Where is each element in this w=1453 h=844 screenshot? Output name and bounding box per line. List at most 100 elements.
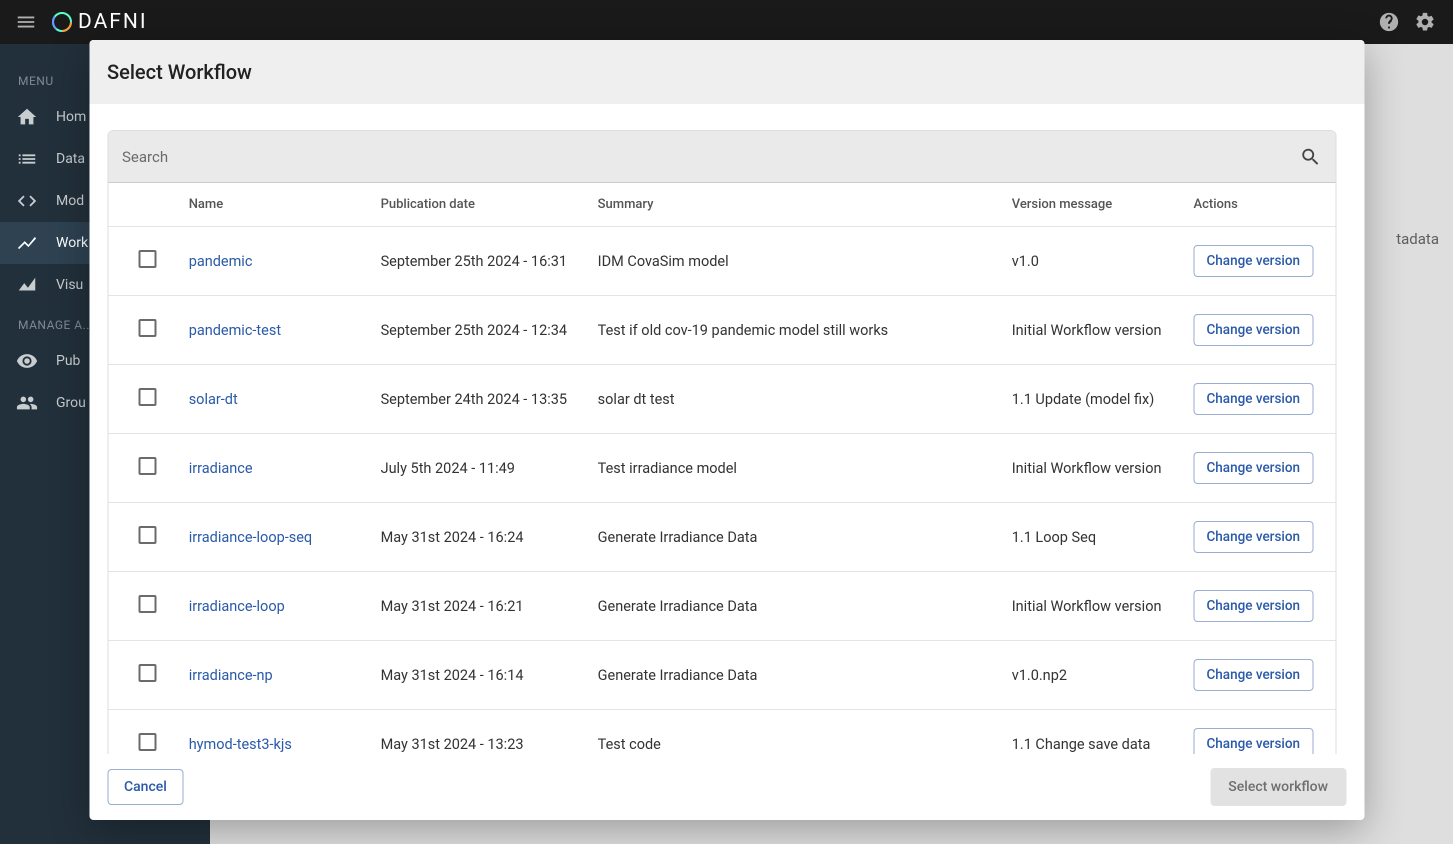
row-pubdate: September 25th 2024 - 16:31	[381, 253, 567, 270]
row-summary: Generate Irradiance Data	[598, 667, 758, 684]
change-version-button[interactable]: Change version	[1193, 659, 1313, 691]
row-version-message: Initial Workflow version	[1012, 322, 1162, 339]
row-pubdate: May 31st 2024 - 13:23	[381, 736, 524, 753]
top-bar: DAFNI	[0, 0, 1453, 44]
col-summary: Summary	[588, 183, 1002, 227]
help-icon	[1378, 11, 1400, 33]
sidebar-item-label: Visu	[56, 277, 83, 293]
area-chart-icon	[16, 274, 38, 296]
table-row: irradiance-loop-seq May 31st 2024 - 16:24…	[108, 503, 1335, 572]
background-partial-text: tadata	[1396, 230, 1439, 248]
change-version-button[interactable]: Change version	[1193, 245, 1313, 277]
change-version-button[interactable]: Change version	[1193, 452, 1313, 484]
list-icon	[16, 148, 38, 170]
row-checkbox[interactable]	[138, 250, 156, 268]
col-actions: Actions	[1183, 183, 1335, 227]
col-pubdate: Publication date	[371, 183, 588, 227]
workflow-name-link[interactable]: irradiance-loop-seq	[189, 529, 312, 546]
row-pubdate: July 5th 2024 - 11:49	[381, 460, 515, 477]
sidebar-item-label: Work	[56, 235, 88, 251]
modal-scroll[interactable]: Name Publication date Summary Version me…	[89, 130, 1354, 754]
row-version-message: 1.1 Loop Seq	[1012, 529, 1096, 546]
row-checkbox[interactable]	[138, 388, 156, 406]
workflow-name-link[interactable]: hymod-test3-kjs	[189, 736, 292, 753]
row-version-message: v1.0.np2	[1012, 667, 1067, 684]
workflow-table-card: Name Publication date Summary Version me…	[107, 130, 1336, 754]
row-checkbox[interactable]	[138, 457, 156, 475]
menu-toggle[interactable]	[10, 6, 42, 38]
modal-footer: Cancel Select workflow	[89, 754, 1364, 820]
row-pubdate: September 25th 2024 - 12:34	[381, 322, 567, 339]
help-button[interactable]	[1371, 4, 1407, 40]
col-name: Name	[179, 183, 371, 227]
col-version-message: Version message	[1002, 183, 1184, 227]
brand-text: DAFNI	[78, 10, 148, 34]
row-summary: Test code	[598, 736, 661, 753]
table-row: irradiance-loop May 31st 2024 - 16:21 Gene…	[108, 572, 1335, 641]
workflow-name-link[interactable]: irradiance-loop	[189, 598, 285, 615]
row-summary: Generate Irradiance Data	[598, 529, 758, 546]
cancel-button[interactable]: Cancel	[107, 769, 184, 805]
table-row: irradiance-np May 31st 2024 - 16:14 Genera…	[108, 641, 1335, 710]
change-version-button[interactable]: Change version	[1193, 521, 1313, 553]
search-row	[108, 131, 1335, 183]
brand-logo-icon	[50, 10, 74, 34]
row-pubdate: May 31st 2024 - 16:14	[381, 667, 524, 684]
row-pubdate: May 31st 2024 - 16:24	[381, 529, 524, 546]
table-row: pandemic September 25th 2024 - 16:31 IDM C…	[108, 227, 1335, 296]
row-summary: solar dt test	[598, 391, 675, 408]
workflow-name-link[interactable]: pandemic-test	[189, 322, 281, 339]
row-version-message: v1.0	[1012, 253, 1039, 270]
col-checkbox	[108, 183, 179, 227]
row-checkbox[interactable]	[138, 664, 156, 682]
sidebar-item-label: Grou	[56, 395, 86, 411]
select-workflow-button: Select workflow	[1210, 768, 1346, 806]
modal-title: Select Workflow	[107, 60, 252, 84]
search-input[interactable]	[122, 148, 1299, 166]
sidebar-item-label: Hom	[56, 109, 86, 125]
row-checkbox[interactable]	[138, 319, 156, 337]
row-summary: Test irradiance model	[598, 460, 737, 477]
change-version-button[interactable]: Change version	[1193, 383, 1313, 415]
row-summary: Test if old cov-19 pandemic model still …	[598, 322, 889, 339]
workflow-table: Name Publication date Summary Version me…	[108, 183, 1335, 754]
hamburger-icon	[15, 11, 37, 33]
row-version-message: 1.1 Update (model fix)	[1012, 391, 1155, 408]
change-version-button[interactable]: Change version	[1193, 590, 1313, 622]
change-version-button[interactable]: Change version	[1193, 314, 1313, 346]
workflow-name-link[interactable]: irradiance-np	[189, 667, 273, 684]
row-version-message: Initial Workflow version	[1012, 460, 1162, 477]
row-summary: IDM CovaSim model	[598, 253, 729, 270]
row-checkbox[interactable]	[138, 595, 156, 613]
groups-icon	[16, 392, 38, 414]
row-pubdate: September 24th 2024 - 13:35	[381, 391, 567, 408]
row-pubdate: May 31st 2024 - 16:21	[381, 598, 524, 615]
row-checkbox[interactable]	[138, 526, 156, 544]
row-checkbox[interactable]	[138, 733, 156, 751]
chart-line-icon	[16, 232, 38, 254]
settings-button[interactable]	[1407, 4, 1443, 40]
brand: DAFNI	[50, 10, 148, 34]
row-version-message: Initial Workflow version	[1012, 598, 1162, 615]
code-icon	[16, 190, 38, 212]
table-row: solar-dt September 24th 2024 - 13:35 solar…	[108, 365, 1335, 434]
eye-icon	[16, 350, 38, 372]
home-icon	[16, 106, 38, 128]
sidebar-item-label: Mod	[56, 193, 84, 209]
select-workflow-dialog: Select Workflow Name Publication date Su…	[89, 40, 1364, 820]
row-version-message: 1.1 Change save data	[1012, 736, 1151, 753]
table-row: hymod-test3-kjs May 31st 2024 - 13:23 Test…	[108, 710, 1335, 755]
modal-body: Name Publication date Summary Version me…	[89, 104, 1364, 754]
workflow-name-link[interactable]: solar-dt	[189, 391, 238, 408]
workflow-name-link[interactable]: pandemic	[189, 253, 253, 270]
gear-icon	[1414, 11, 1436, 33]
workflow-name-link[interactable]: irradiance	[189, 460, 253, 477]
change-version-button[interactable]: Change version	[1193, 728, 1313, 754]
table-row: irradiance July 5th 2024 - 11:49 Test irra…	[108, 434, 1335, 503]
table-row: pandemic-test September 25th 2024 - 12:34…	[108, 296, 1335, 365]
sidebar-item-label: Data	[56, 151, 85, 167]
sidebar-item-label: Pub	[56, 353, 80, 369]
search-icon[interactable]	[1299, 146, 1321, 168]
row-summary: Generate Irradiance Data	[598, 598, 758, 615]
modal-header: Select Workflow	[89, 40, 1364, 104]
